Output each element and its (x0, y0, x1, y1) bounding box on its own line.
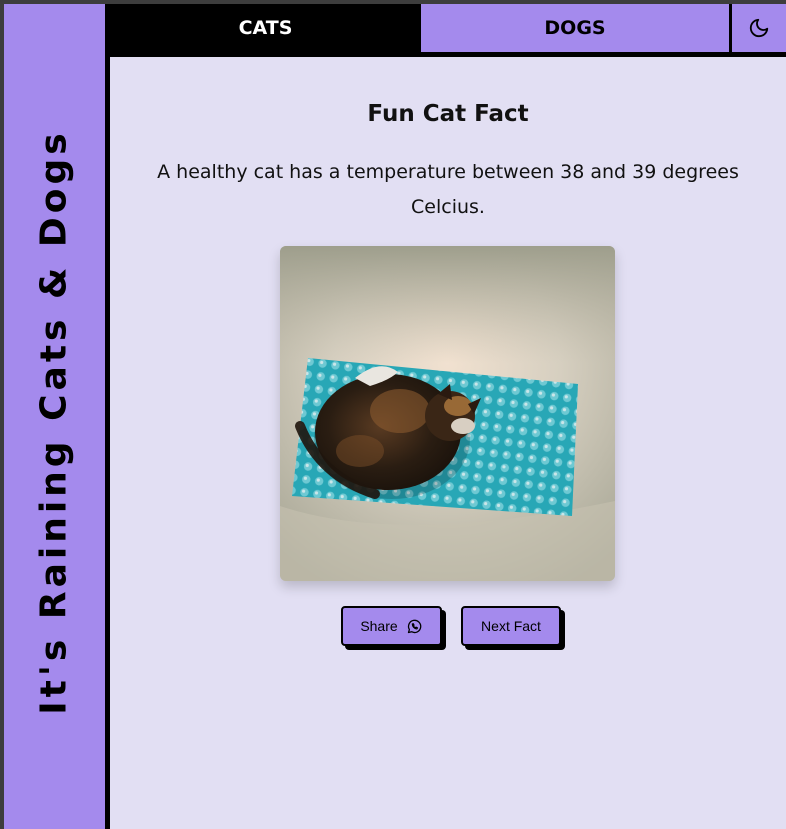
share-button-label: Share (360, 618, 398, 634)
tab-dogs[interactable]: DOGS (421, 4, 732, 52)
next-fact-button-label: Next Fact (481, 618, 541, 634)
fact-heading: Fun Cat Fact (367, 101, 529, 127)
theme-toggle-button[interactable] (732, 4, 786, 52)
moon-icon (749, 18, 769, 38)
next-fact-button[interactable]: Next Fact (461, 606, 561, 646)
cat-photo-illustration (280, 246, 615, 581)
fact-text: A healthy cat has a temperature between … (157, 161, 739, 218)
cat-photo (280, 246, 615, 581)
whatsapp-icon (407, 619, 421, 633)
sidebar: It's Raining Cats & Dogs (4, 4, 110, 829)
share-button[interactable]: Share (341, 606, 442, 646)
main-content: Fun Cat Fact A healthy cat has a tempera… (110, 57, 786, 829)
top-nav: CATS DOGS (110, 4, 786, 57)
tab-cats[interactable]: CATS (110, 4, 421, 52)
site-title: It's Raining Cats & Dogs (33, 129, 75, 715)
app-frame: It's Raining Cats & Dogs CATS DOGS Fun C… (4, 4, 786, 829)
